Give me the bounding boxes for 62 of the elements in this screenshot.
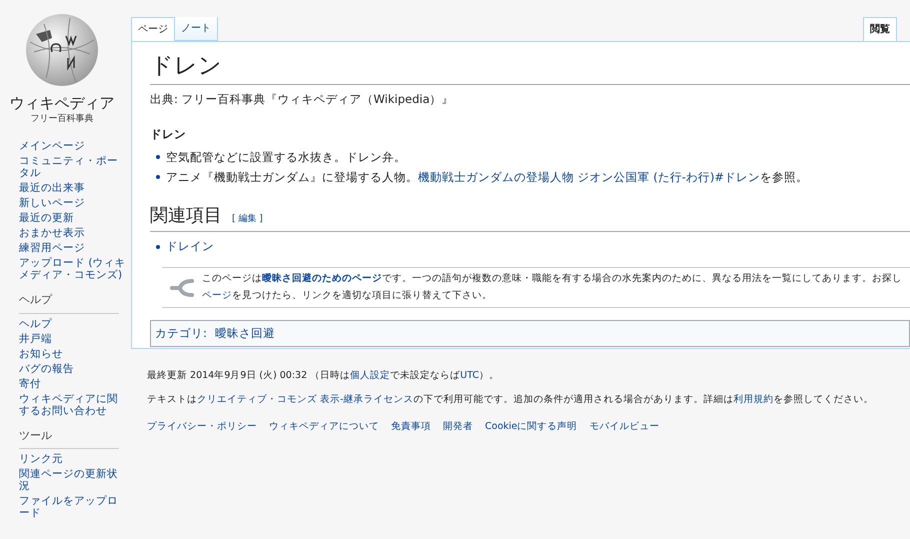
text-link[interactable]: 利用規約 [733, 394, 774, 406]
sidebar-link[interactable]: ウィキペディアに関するお問い合わせ [19, 392, 127, 417]
sidebar-link[interactable]: 最近の出来事 [19, 182, 127, 194]
footer-link[interactable]: ウィキペディアについて [269, 420, 379, 434]
text-link[interactable]: UTC [460, 370, 479, 381]
section-heading: 関連項目 [150, 204, 222, 228]
text: を参照してください。 [773, 394, 874, 406]
footer-link[interactable]: モバイルビュー [589, 420, 660, 434]
sidebar-link[interactable]: おまかせ表示 [19, 227, 127, 240]
text: で未設定ならば [390, 370, 460, 381]
text-link[interactable]: 曖昧さ回避のためのページ [262, 273, 382, 284]
sidebar-heading: ヘルプ [19, 292, 119, 314]
bullet-icon [156, 244, 160, 249]
wordmark: ウィキペディア [10, 94, 114, 113]
text-link[interactable]: クリエイティブ・コモンズ 表示-継承ライセンス [197, 394, 414, 406]
sidebar-link[interactable]: リンク元 [19, 453, 127, 466]
sidebar-link[interactable]: ヘルプ [19, 318, 127, 330]
sidebar-link[interactable]: ファイルをアップロード [19, 495, 127, 520]
tab[interactable]: 閲覧 [863, 17, 897, 41]
sidebar-link[interactable]: 寄付 [19, 378, 127, 390]
text: アニメ『機動戦士ガンダム』に登場する人物。 [166, 170, 418, 184]
page-title: ドレン [150, 50, 910, 85]
text: このページは [202, 273, 262, 284]
related-link[interactable]: ドレイン [166, 238, 214, 256]
bullet-icon [156, 175, 160, 180]
text: 最終更新 2014年9月9日 (火) 00:32 （日時は [147, 370, 350, 381]
globe-logo-drawing[interactable] [24, 12, 100, 88]
category-label-link[interactable]: カテゴリ: [155, 324, 207, 342]
tagline: フリー百科事典 [30, 112, 94, 126]
footer-link[interactable]: プライバシー・ポリシー [147, 420, 257, 434]
sidebar-link[interactable]: お知らせ [19, 348, 127, 360]
fork-arrow-icon [170, 278, 194, 296]
footer-link[interactable]: 免責事項 [391, 420, 431, 434]
text-link[interactable]: ページ [202, 290, 232, 300]
sidebar-link[interactable]: メインページ [19, 140, 127, 152]
footer-link[interactable]: Cookieに関する声明 [485, 420, 578, 434]
tab[interactable]: ノート [175, 17, 218, 41]
sidebar-link[interactable]: バグの報告 [19, 362, 127, 375]
text: テキストは [147, 394, 197, 406]
text: です。一つの語句が複数の意味・職能を有する場合の水先案内のために、異なる用法を一覧にしてあります。お探し [382, 273, 902, 284]
edit-link[interactable]: [ 編集 ] [232, 213, 263, 226]
sidebar-link[interactable]: 新しいページ [19, 197, 127, 210]
sidebar-link[interactable]: アップロード (ウィキメディア・コモンズ) [19, 257, 127, 282]
sidebar-heading: ツール [19, 428, 119, 450]
text: の下で利用可能です。追加の条件が適用される場合があります。詳細は [413, 394, 734, 406]
sidebar-link[interactable]: 関連ページの更新状況 [19, 468, 127, 492]
text-link[interactable]: 個人設定 [350, 370, 390, 381]
sidebar-link[interactable]: コミュニティ・ポータル [19, 155, 127, 180]
term-heading: ドレン [150, 126, 187, 144]
category-link[interactable]: 曖昧さ回避 [214, 324, 275, 342]
bullet-icon [156, 155, 160, 160]
sidebar-link[interactable]: 井戸端 [19, 332, 127, 345]
sidebar-link[interactable]: 最近の更新 [19, 212, 127, 224]
tab[interactable]: ページ [131, 17, 175, 41]
text: 空気配管などに設置する水抜き。ドレン弁。 [166, 150, 406, 164]
source-line: 出典: フリー百科事典『ウィキペディア（Wikipedia）』 [150, 91, 455, 108]
text: を見つけたら、リンクを適切な項目に張り替えて下さい。 [232, 290, 492, 300]
text: を参照。 [760, 170, 808, 184]
sidebar-link[interactable]: 練習用ページ [19, 242, 127, 254]
text: ）。 [478, 370, 499, 381]
footer-link[interactable]: 開発者 [443, 420, 473, 434]
text-link[interactable]: 機動戦士ガンダムの登場人物 ジオン公国軍 (た行-わ行)#ドレン [418, 170, 760, 184]
